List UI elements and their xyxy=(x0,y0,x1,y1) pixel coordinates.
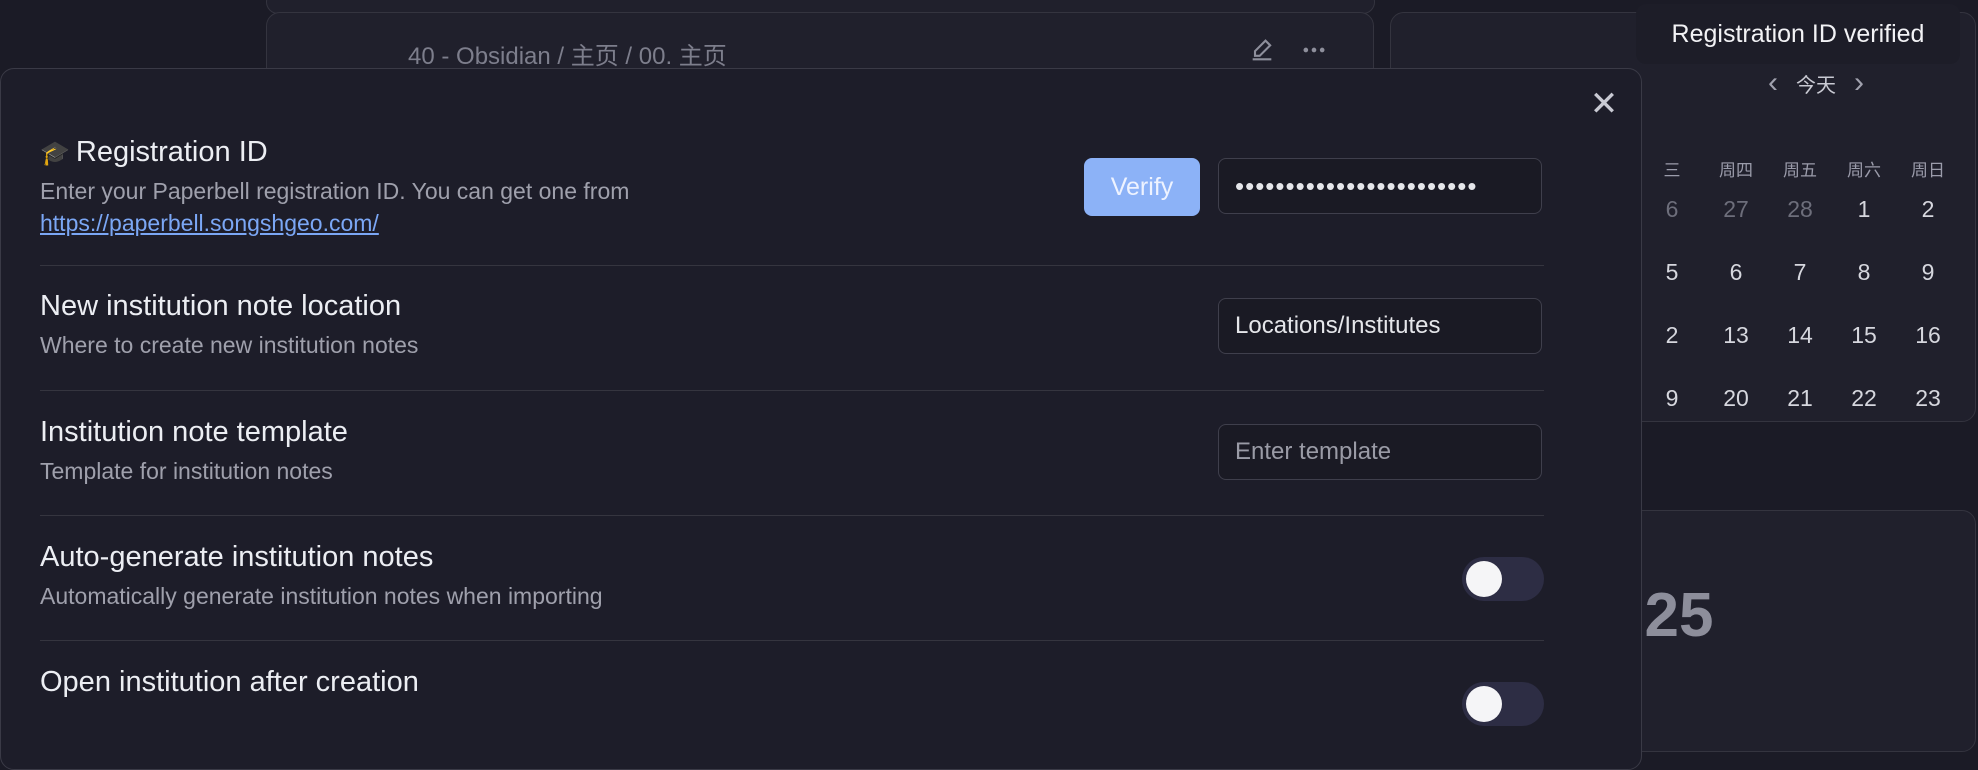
divider xyxy=(40,515,1544,516)
calendar-day[interactable]: 1 xyxy=(1832,196,1896,223)
setting-title: Open institution after creation xyxy=(40,666,419,698)
breadcrumb[interactable]: 40 - Obsidian / 主页 / 00. 主页 xyxy=(408,36,727,71)
weekday-label: 三 xyxy=(1663,161,1681,180)
calendar-week: 6 27 28 1 2 xyxy=(1640,196,1960,223)
registration-id-input[interactable]: •••••••••••••••••••••••• xyxy=(1218,158,1542,214)
edit-icon[interactable] xyxy=(1248,36,1276,69)
calendar-day[interactable]: 21 xyxy=(1768,385,1832,412)
paperbell-link[interactable]: https://paperbell.songshgeo.com/ xyxy=(40,210,379,236)
setting-title: Auto-generate institution notes xyxy=(40,541,434,573)
calendar-day[interactable]: 28 xyxy=(1768,196,1832,223)
graduation-cap-icon: 🎓 xyxy=(40,140,70,167)
calendar-day[interactable]: 7 xyxy=(1768,259,1832,286)
divider xyxy=(40,265,1544,266)
setting-description-text: Enter your Paperbell registration ID. Yo… xyxy=(40,178,630,204)
weekday-label: 周日 xyxy=(1911,161,1945,180)
calendar-day[interactable]: 15 xyxy=(1832,322,1896,349)
calendar-day[interactable]: 2 xyxy=(1896,196,1960,223)
setting-title: Registration ID xyxy=(75,136,268,168)
calendar-day[interactable]: 13 xyxy=(1704,322,1768,349)
calendar-day[interactable]: 8 xyxy=(1832,259,1896,286)
weekday-label: 周四 xyxy=(1719,161,1753,180)
calendar-day[interactable]: 9 xyxy=(1896,259,1960,286)
calendar-day[interactable]: 5 xyxy=(1640,259,1704,286)
toggle-knob xyxy=(1466,686,1502,722)
calendar-day[interactable]: 20 xyxy=(1704,385,1768,412)
calendar-day[interactable]: 14 xyxy=(1768,322,1832,349)
verify-button[interactable]: Verify xyxy=(1084,158,1200,216)
weekday-label: 周五 xyxy=(1783,161,1817,180)
close-icon[interactable]: ✕ xyxy=(1584,84,1624,124)
calendar-day[interactable]: 22 xyxy=(1832,385,1896,412)
calendar-day[interactable]: 2 xyxy=(1640,322,1704,349)
calendar-day[interactable]: 27 xyxy=(1704,196,1768,223)
setting-description: Automatically generate institution notes… xyxy=(40,583,603,609)
calendar-week: 2 13 14 15 16 xyxy=(1640,322,1960,349)
divider xyxy=(40,390,1544,391)
calendar-weekday-header: 三 周四 周五 周六 周日 xyxy=(1640,156,1960,181)
calendar-day[interactable]: 6 xyxy=(1640,196,1704,223)
today-button[interactable]: 今天 xyxy=(1796,69,1836,98)
calendar-day[interactable]: 6 xyxy=(1704,259,1768,286)
template-input[interactable]: Enter template xyxy=(1218,424,1542,480)
calendar-day[interactable]: 23 xyxy=(1896,385,1960,412)
auto-generate-toggle[interactable] xyxy=(1462,557,1544,601)
notice-toast: Registration ID verified xyxy=(1636,4,1960,64)
chevron-right-icon[interactable]: › xyxy=(1854,68,1864,98)
calendar-week: 9 20 21 22 23 xyxy=(1640,385,1960,412)
calendar-day[interactable]: 16 xyxy=(1896,322,1960,349)
more-icon[interactable] xyxy=(1300,36,1328,69)
note-actions xyxy=(1248,36,1328,69)
chevron-left-icon[interactable]: ‹ xyxy=(1768,68,1778,98)
open-after-creation-toggle[interactable] xyxy=(1462,682,1544,726)
note-location-input[interactable]: Locations/Institutes xyxy=(1218,298,1542,354)
setting-open-after-creation: Open institution after creation xyxy=(40,666,1544,699)
calendar-nav: ‹ 今天 › xyxy=(1768,68,1864,98)
calendar-week: 5 6 7 8 9 xyxy=(1640,259,1960,286)
divider xyxy=(40,640,1544,641)
setting-auto-generate: Auto-generate institution notes Automati… xyxy=(40,541,1544,612)
calendar-day[interactable]: 9 xyxy=(1640,385,1704,412)
weekday-label: 周六 xyxy=(1847,161,1881,180)
toggle-knob xyxy=(1466,561,1502,597)
